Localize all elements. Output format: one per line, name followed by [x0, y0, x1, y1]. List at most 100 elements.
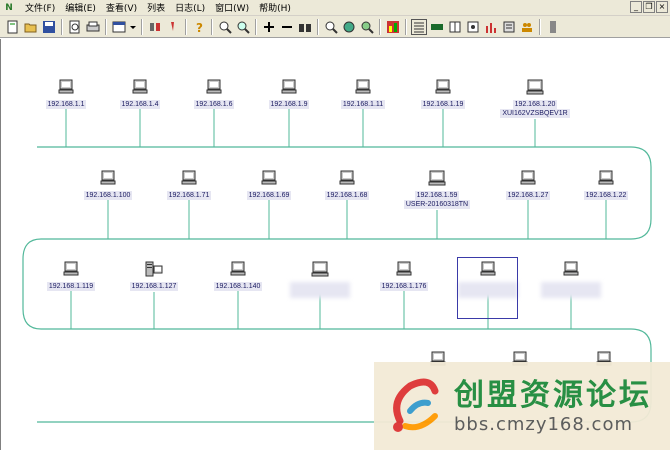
help-icon[interactable]: ? [191, 19, 207, 35]
menu-log[interactable]: 日志(L) [170, 1, 210, 14]
network-node[interactable]: 192.168.1.69 [229, 170, 309, 200]
toolbar-separator [105, 18, 107, 35]
network-node[interactable]: 192.168.1.140 [198, 261, 278, 291]
zoom-out-icon[interactable] [235, 19, 251, 35]
computer-icon [354, 79, 372, 99]
computer-icon [519, 170, 537, 190]
computer-icon [229, 261, 247, 281]
computer-icon [395, 261, 413, 281]
list-icon[interactable] [411, 18, 427, 35]
computer-icon [180, 170, 198, 190]
app-icon: N [5, 2, 13, 13]
watermark-title: 创盟资源论坛 [454, 377, 652, 413]
selection-box [457, 257, 518, 319]
close-button[interactable]: × [656, 1, 668, 13]
computer-icon [99, 170, 117, 190]
view2-icon[interactable] [447, 19, 463, 35]
zoom-in-icon[interactable] [217, 19, 233, 35]
menu-view[interactable]: 查看(V) [101, 1, 142, 14]
search-refresh-icon[interactable] [359, 19, 375, 35]
node-ip-label: 192.168.1.20 [512, 100, 558, 109]
node-ip-label: 192.168.1.1 [45, 100, 87, 109]
server-icon [145, 261, 163, 281]
remove-icon[interactable] [279, 19, 295, 35]
pen-icon[interactable] [165, 19, 181, 35]
node-ip-label: 192.168.1.176 [379, 282, 429, 291]
node-ip-label: 192.168.1.27 [505, 191, 551, 200]
toolbar-separator [141, 18, 143, 35]
node-ip-label: 192.168.1.127 [129, 282, 179, 291]
network-node[interactable]: 192.168.1.127 [114, 261, 194, 291]
node-ip-label: 192.168.1.9 [268, 100, 310, 109]
network-node[interactable] [531, 261, 611, 298]
network-node[interactable] [280, 261, 360, 298]
node-ip-label: 192.168.1.6 [193, 100, 235, 109]
chart-icon[interactable] [385, 19, 401, 35]
network-node[interactable]: 192.168.1.4 [100, 79, 180, 109]
toolbar-separator [211, 18, 213, 35]
network-node[interactable]: 192.168.1.68 [307, 170, 387, 200]
network-node[interactable]: 192.168.1.1 [26, 79, 106, 109]
open-icon[interactable] [23, 19, 39, 35]
watermark-logo [393, 378, 439, 432]
network-node[interactable]: 192.168.1.22 [566, 170, 646, 200]
view1-icon[interactable] [429, 19, 445, 35]
print-icon[interactable] [85, 19, 101, 35]
bar-chart-icon[interactable] [483, 19, 499, 35]
network-node[interactable]: 192.168.1.71 [149, 170, 229, 200]
toolbar-separator [61, 18, 63, 35]
menu-file[interactable]: 文件(F) [20, 1, 60, 14]
menu-edit[interactable]: 编辑(E) [60, 1, 101, 14]
computer-icon [131, 79, 149, 99]
network-node[interactable]: 192.168.1.59 USER-20160318TN [397, 170, 477, 209]
menu-help[interactable]: 帮助(H) [254, 1, 296, 14]
toolbar-separator [185, 18, 187, 35]
view3-icon[interactable] [465, 19, 481, 35]
node-ip-label: 192.168.1.19 [420, 100, 466, 109]
computer-icon [62, 261, 80, 281]
network-node[interactable]: 192.168.1.11 [323, 79, 403, 109]
dropdown-icon[interactable] [129, 19, 137, 35]
network-node[interactable]: 192.168.1.176 [364, 261, 444, 291]
preview-icon[interactable] [67, 19, 83, 35]
save-icon[interactable] [41, 19, 57, 35]
node-ip-label: 192.168.1.100 [83, 191, 133, 200]
users-icon[interactable] [519, 19, 535, 35]
network-node[interactable]: 192.168.1.9 [249, 79, 329, 109]
toolbar-separator [379, 18, 381, 35]
computer-icon [57, 79, 75, 99]
node-ip-label [541, 282, 601, 298]
network-node[interactable]: 192.168.1.6 [174, 79, 254, 109]
network-node[interactable]: 192.168.1.20 XUI162VZSBQEV1R [495, 79, 575, 118]
restore-button[interactable]: ❐ [643, 1, 655, 13]
stop-icon[interactable] [545, 19, 561, 35]
node-ip-label: 192.168.1.69 [246, 191, 292, 200]
node-ip-label: 192.168.1.119 [46, 282, 96, 291]
new-icon[interactable] [5, 19, 21, 35]
binoculars-icon[interactable] [297, 19, 313, 35]
network-node[interactable]: 192.168.1.100 [68, 170, 148, 200]
menu-bar: N 文件(F) 编辑(E) 查看(V) 列表 日志(L) 窗口(W) 帮助(H)… [0, 0, 670, 16]
network-node[interactable]: 192.168.1.119 [31, 261, 111, 291]
layout-icon[interactable] [111, 19, 127, 35]
tool-icon[interactable] [147, 19, 163, 35]
find-icon[interactable] [323, 19, 339, 35]
toolbar: ? [0, 16, 670, 38]
toolbar-separator [539, 18, 541, 35]
node-ip-label: 192.168.1.11 [340, 100, 386, 109]
minimize-button[interactable]: _ [630, 1, 642, 13]
node-ip-label: 192.168.1.71 [166, 191, 212, 200]
toolbar-separator [255, 18, 257, 35]
network-node[interactable]: 192.168.1.27 [488, 170, 568, 200]
node-ip-label: 192.168.1.22 [583, 191, 629, 200]
node-ip-label [290, 282, 350, 298]
svg-text:?: ? [196, 21, 203, 34]
globe-icon[interactable] [341, 19, 357, 35]
printer2-icon[interactable] [501, 19, 517, 35]
network-node[interactable]: 192.168.1.19 [403, 79, 483, 109]
toolbar-separator [317, 18, 319, 35]
add-icon[interactable] [261, 19, 277, 35]
node-ip-label: 192.168.1.59 [414, 191, 460, 200]
menu-window[interactable]: 窗口(W) [210, 1, 254, 14]
menu-list[interactable]: 列表 [142, 1, 170, 14]
